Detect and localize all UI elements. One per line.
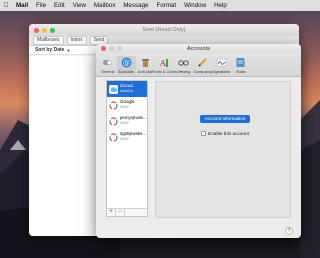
enable-account-checkbox[interactable]: Enable this account: [201, 131, 249, 136]
accounts-list: iCloud Inactive Google IMAP jenny@wils..…: [106, 80, 148, 217]
tab-general[interactable]: General: [98, 56, 117, 74]
account-sgill[interactable]: sgill@wiles... IMAP: [107, 129, 147, 145]
svg-text:A: A: [159, 59, 166, 68]
prefs-titlebar: Accounts: [96, 44, 301, 53]
icloud-icon: [109, 84, 118, 94]
prefs-toolbar: General @ Accounts Junk Mail A Fonts & C…: [96, 53, 301, 77]
account-information-tab[interactable]: Account Information: [200, 115, 250, 123]
mail-window-titlebar: Sent (Read Only): [29, 24, 299, 36]
menu-format[interactable]: Format: [152, 2, 180, 9]
menu-view[interactable]: View: [69, 2, 90, 9]
enable-account-label: Enable this account: [208, 131, 249, 136]
account-type: Inactive: [120, 89, 134, 93]
account-detail-pane: Account Information Enable this account: [155, 81, 291, 218]
menu-edit[interactable]: Edit: [50, 2, 69, 9]
mail-account-icon: [109, 100, 118, 110]
help-button[interactable]: ?: [285, 227, 293, 235]
menu-bar:  Mail File Edit View Mailbox Message Fo…: [0, 0, 320, 11]
menu-window[interactable]: Window: [180, 2, 210, 9]
tab-general-label: General: [100, 69, 115, 74]
message-list[interactable]: [29, 56, 97, 236]
signature-icon: [216, 57, 227, 68]
tab-viewing[interactable]: Viewing: [174, 56, 193, 74]
add-account-button[interactable]: +: [107, 209, 116, 216]
tab-rules-label: Rules: [235, 69, 246, 74]
rules-icon: [235, 57, 246, 68]
account-type: IMAP: [120, 137, 130, 141]
at-sign-icon: @: [121, 57, 132, 68]
tab-composing[interactable]: Composing: [193, 56, 212, 74]
menu-file[interactable]: File: [32, 2, 50, 9]
apple-icon[interactable]: : [0, 2, 12, 9]
tab-composing-label: Composing: [193, 69, 212, 74]
sort-label: Sort by Date: [35, 47, 65, 53]
prefs-window-title: Accounts: [186, 45, 210, 52]
menu-mail[interactable]: Mail: [12, 2, 32, 9]
menu-mailbox[interactable]: Mailbox: [90, 2, 119, 9]
svg-text:@: @: [123, 59, 130, 67]
account-list-buttons: + −: [107, 208, 147, 216]
tab-viewing-label: Viewing: [177, 69, 190, 74]
tab-signatures-label: Signatures: [212, 69, 231, 74]
tab-junk-label: Junk Mail: [137, 69, 154, 74]
tab-fonts-colors[interactable]: A Fonts & Colors: [152, 56, 177, 74]
tab-signatures[interactable]: Signatures: [212, 56, 231, 74]
switch-icon: [102, 57, 113, 68]
menu-message[interactable]: Message: [119, 2, 152, 9]
mail-account-icon: [109, 116, 118, 126]
chevron-down-icon: ▼: [66, 47, 71, 53]
pencil-icon: [197, 57, 208, 68]
remove-account-button[interactable]: −: [116, 209, 125, 216]
account-type: IMAP: [120, 105, 130, 109]
inbox-button[interactable]: Inbox: [66, 36, 87, 45]
account-icloud[interactable]: iCloud Inactive: [107, 81, 147, 97]
account-jenny[interactable]: jenny@wils... IMAP: [107, 113, 147, 129]
accounts-preferences-window: Accounts General @ Accounts Junk Mail A …: [96, 44, 301, 238]
account-type: IMAP: [120, 121, 130, 125]
tab-rules[interactable]: Rules: [231, 56, 250, 74]
tab-accounts-label: Accounts: [118, 69, 135, 74]
account-google[interactable]: Google IMAP: [107, 97, 147, 113]
tab-fonts-label: Fonts & Colors: [152, 69, 177, 74]
fonts-icon: A: [159, 57, 170, 68]
mailboxes-button[interactable]: Mailboxes: [33, 36, 64, 45]
menu-help[interactable]: Help: [210, 2, 231, 9]
sort-by-date-button[interactable]: Sort by Date ▼: [29, 46, 97, 55]
glasses-icon: [178, 57, 189, 68]
checkbox-icon: [201, 131, 206, 136]
trash-icon: [140, 57, 151, 68]
mail-window-title: Sent (Read Only): [142, 27, 186, 33]
mail-account-icon: [109, 132, 118, 142]
tab-accounts[interactable]: @ Accounts: [117, 56, 136, 74]
